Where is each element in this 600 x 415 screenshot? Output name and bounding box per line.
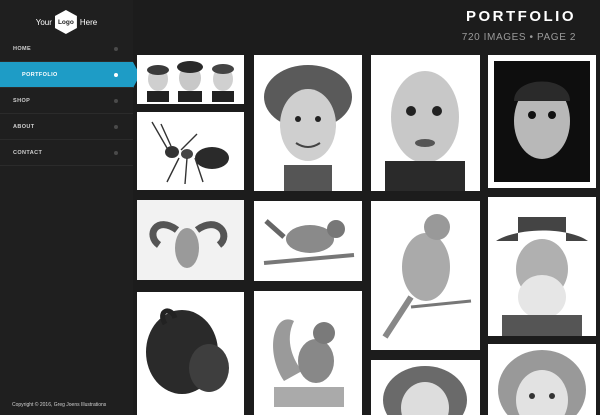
nav-item-home[interactable]: HOME <box>0 36 133 62</box>
gallery-item-woman-portrait-2[interactable] <box>488 344 596 415</box>
nav-dot-icon <box>114 46 118 51</box>
wren-illustration <box>263 219 355 265</box>
logo-hexagon-icon: Logo <box>54 10 77 34</box>
nav-item-shop[interactable]: SHOP <box>0 88 133 114</box>
bald-man-portrait-illustration <box>385 71 465 191</box>
logo-text-center: Logo <box>57 18 74 26</box>
sidebar: Your Logo Here HOME PORTFOLIO SHOP ABOUT… <box>0 0 140 415</box>
curly-hair-portrait-illustration <box>264 65 352 191</box>
songbird-illustration <box>382 214 472 339</box>
nav-item-about[interactable]: ABOUT <box>0 114 133 140</box>
nav-dot-icon <box>114 72 118 77</box>
nav-item-label: ABOUT <box>13 123 35 130</box>
ram-illustration <box>137 200 244 280</box>
nav-item-contact[interactable]: CONTACT <box>0 140 133 166</box>
page-title: PORTFOLIO <box>466 8 576 25</box>
nav-item-label: PORTFOLIO <box>22 71 58 78</box>
woman-portrait-illustration <box>383 366 467 415</box>
main-nav: HOME PORTFOLIO SHOP ABOUT CONTACT <box>0 36 140 166</box>
gallery-item-woman-portrait-1[interactable] <box>371 360 480 415</box>
gallery-item-wren[interactable] <box>254 201 362 281</box>
gallery-item-bison[interactable] <box>137 292 244 415</box>
squirrel-illustration <box>273 319 344 407</box>
page-subtitle: 720 IMAGES • PAGE 2 <box>461 32 576 43</box>
logo-text-left: Your <box>35 17 52 27</box>
copyright-text: Copyright © 2016, Greg Joens Illustratio… <box>12 402 107 408</box>
three-faces-illustration <box>147 61 234 102</box>
nav-item-label: HOME <box>13 45 32 52</box>
cowboy-illustration <box>496 217 588 336</box>
gallery-item-cowboy[interactable] <box>488 197 596 336</box>
gallery-item-curly-hair-portrait[interactable] <box>254 55 362 191</box>
nav-dot-icon <box>114 150 118 155</box>
logo[interactable]: Your Logo Here <box>0 8 133 36</box>
gallery-item-bald-man-portrait[interactable] <box>371 55 480 191</box>
nav-item-portfolio[interactable]: PORTFOLIO <box>0 62 140 88</box>
nav-dot-icon <box>114 124 118 129</box>
nav-dot-icon <box>114 98 118 103</box>
logo-text-right: Here <box>79 17 98 27</box>
nav-item-label: CONTACT <box>13 149 43 156</box>
gallery-item-squirrel[interactable] <box>254 291 362 415</box>
gallery-item-dark-portrait[interactable] <box>488 55 596 188</box>
bison-illustration <box>146 308 229 394</box>
gallery-item-songbird[interactable] <box>371 201 480 350</box>
gallery-item-ram[interactable] <box>137 200 244 280</box>
gallery-item-ant[interactable] <box>137 112 244 190</box>
nav-item-label: SHOP <box>13 97 31 104</box>
blonde-woman-portrait-illustration <box>498 350 586 415</box>
ant-illustration <box>151 121 229 185</box>
gallery-item-three-faces[interactable] <box>137 55 244 104</box>
dark-portrait-illustration <box>494 61 590 182</box>
